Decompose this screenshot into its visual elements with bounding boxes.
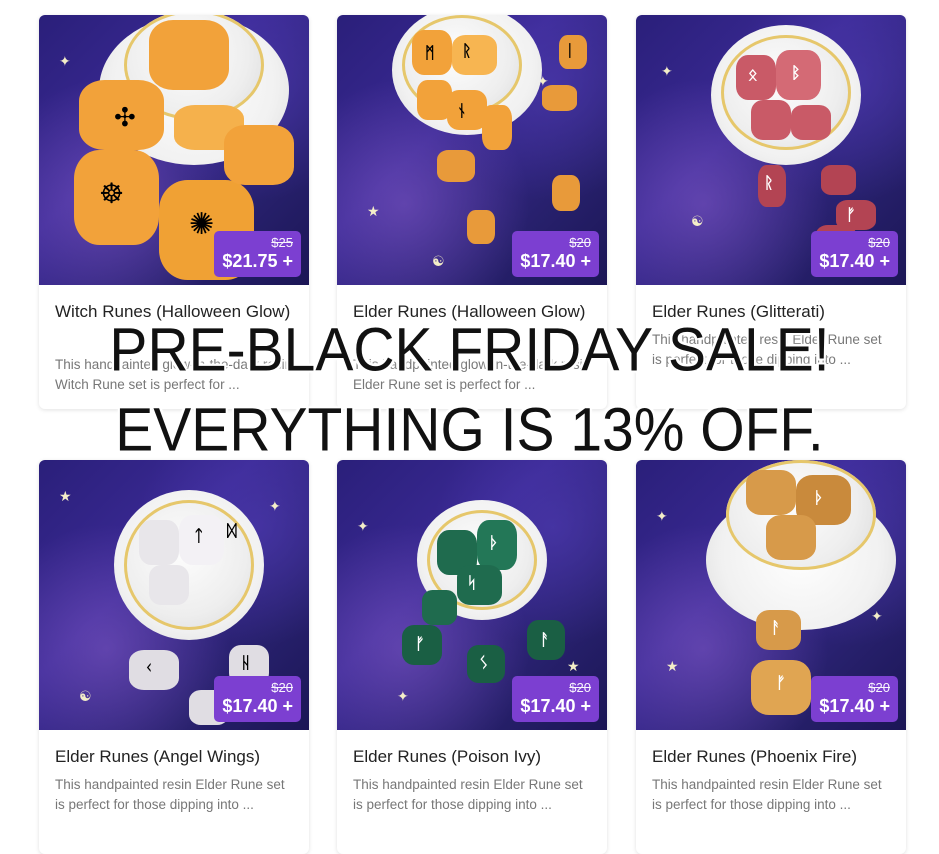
rune-stone — [751, 100, 791, 140]
original-price: $20 — [569, 680, 591, 695]
rune-symbol: ᛞ — [227, 521, 237, 540]
rune-stone — [746, 470, 796, 515]
rune-stone — [224, 125, 294, 185]
rune-symbol: ᚺ — [241, 653, 251, 672]
rune-stone — [766, 515, 816, 560]
sale-price: $17.40 + — [222, 696, 293, 716]
rune-symbol: ᛒ — [791, 63, 801, 82]
product-description: This handpainted resin Elder Rune set is… — [55, 777, 285, 812]
rune-symbol: ᚱ — [462, 41, 472, 60]
rune-stone — [149, 20, 229, 90]
price-badge: $20 $17.40 + — [214, 676, 301, 722]
rune-symbol: ᚦ — [489, 533, 499, 552]
price-badge: $20 $17.40 + — [811, 231, 898, 277]
rune-stone — [467, 210, 495, 244]
star-decoration: ★ — [567, 659, 580, 675]
sale-price: $17.40 + — [819, 696, 890, 716]
star-decoration: ✦ — [656, 509, 668, 525]
price-badge: $20 $17.40 + — [512, 676, 599, 722]
rune-symbol: ᛟ — [748, 65, 758, 84]
rune-symbol: ᚠ — [846, 205, 856, 224]
rune-symbol: ᛊ — [479, 653, 489, 672]
product-image[interactable]: ★ ✦ ☯ ᛗ ᚱ ᚾ ᛁ $20 $17.40 + — [337, 15, 607, 285]
sale-price: $17.40 + — [520, 251, 591, 271]
rune-symbol: ᛗ — [425, 43, 435, 62]
rune-stone — [452, 35, 497, 75]
product-image[interactable]: ✦ ★ ✦ ᚦ ᛋ ᚠ ᛊ ᚨ $20 $17.40 + — [337, 460, 607, 730]
rune-symbol: ᚠ — [415, 634, 425, 653]
rune-symbol: ᚨ — [540, 630, 550, 649]
rune-stone — [139, 520, 179, 565]
rune-stone — [457, 565, 502, 605]
rune-stone — [129, 650, 179, 690]
rune-stone — [149, 565, 189, 605]
sale-price: $21.75 + — [222, 251, 293, 271]
rune-stone — [437, 150, 475, 182]
product-image[interactable]: ★ ✦ ☯ ᛞ ᛏ ᚲ ᚺ $20 $17.40 + — [39, 460, 309, 730]
rune-stone — [482, 105, 512, 150]
rune-symbol: ✣ — [114, 103, 136, 133]
product-title[interactable]: Elder Runes (Poison Ivy) — [353, 746, 593, 768]
star-decoration: ✦ — [269, 499, 281, 515]
price-badge: $20 $17.40 + — [512, 231, 599, 277]
product-image[interactable]: ✦ ★ ✦ ✣ ☸ ✺ $25 $21.75 + — [39, 15, 309, 285]
star-decoration: ☯ — [432, 254, 445, 270]
rune-symbol: ᛁ — [565, 41, 575, 60]
original-price: $20 — [868, 235, 890, 250]
rune-stone — [542, 85, 577, 111]
star-decoration: ★ — [367, 204, 380, 220]
product-title[interactable]: Elder Runes (Phoenix Fire) — [652, 746, 892, 768]
product-image[interactable]: ✦ ★ ✦ ᚦ ᚨ ᚠ $20 $17.40 + — [636, 460, 906, 730]
rune-symbol: ☸ — [99, 177, 125, 210]
star-decoration: ✦ — [661, 64, 673, 80]
star-decoration: ✦ — [59, 54, 71, 70]
price-badge: $25 $21.75 + — [214, 231, 301, 277]
rune-symbol: ᛋ — [467, 573, 477, 592]
product-card-elder-runes-angel-wings[interactable]: ★ ✦ ☯ ᛞ ᛏ ᚲ ᚺ $20 $17.40 + Elder Runes (… — [39, 460, 309, 854]
rune-symbol: ᚾ — [457, 101, 467, 120]
rune-symbol: ᚱ — [764, 173, 774, 192]
rune-stone — [552, 175, 580, 211]
original-price: $20 — [868, 680, 890, 695]
original-price: $20 — [271, 680, 293, 695]
product-card-elder-runes-poison-ivy[interactable]: ✦ ★ ✦ ᚦ ᛋ ᚠ ᛊ ᚨ $20 $17.40 + Elder Runes… — [337, 460, 607, 854]
star-decoration: ✦ — [357, 519, 369, 535]
original-price: $20 — [569, 235, 591, 250]
star-decoration: ★ — [59, 489, 72, 505]
price-badge: $20 $17.40 + — [811, 676, 898, 722]
star-decoration: ★ — [666, 659, 679, 675]
star-decoration: ✦ — [397, 689, 409, 705]
product-description: This handpainted resin Elder Rune set is… — [652, 777, 882, 812]
sale-price: $17.40 + — [520, 696, 591, 716]
star-decoration: ✦ — [871, 609, 883, 625]
sale-price: $17.40 + — [819, 251, 890, 271]
rune-stone — [422, 590, 457, 625]
rune-symbol: ᚨ — [771, 618, 781, 637]
rune-stone — [447, 90, 487, 130]
rune-stone — [821, 165, 856, 195]
rune-symbol: ᛏ — [194, 526, 204, 545]
product-image[interactable]: ✦ ★ ☯ ᛟ ᛒ ᚱ ᚠ $20 $17.40 + — [636, 15, 906, 285]
star-decoration: ☯ — [691, 214, 704, 230]
rune-symbol: ᚠ — [776, 673, 786, 692]
rune-symbol: ᚦ — [814, 488, 824, 507]
rune-stone — [791, 105, 831, 140]
rune-symbol: ᚲ — [144, 658, 154, 677]
product-card-elder-runes-phoenix-fire[interactable]: ✦ ★ ✦ ᚦ ᚨ ᚠ $20 $17.40 + Elder Runes (Ph… — [636, 460, 906, 854]
rune-symbol: ✺ — [189, 207, 215, 242]
product-title[interactable]: Elder Runes (Angel Wings) — [55, 746, 295, 768]
original-price: $25 — [271, 235, 293, 250]
star-decoration: ☯ — [79, 689, 92, 705]
product-description: This handpainted resin Elder Rune set is… — [353, 777, 583, 812]
sale-banner-line-1: PRE-BLACK FRIDAY SALE! — [109, 315, 830, 385]
sale-banner-line-2: EVERYTHING IS 13% OFF. — [115, 395, 824, 465]
